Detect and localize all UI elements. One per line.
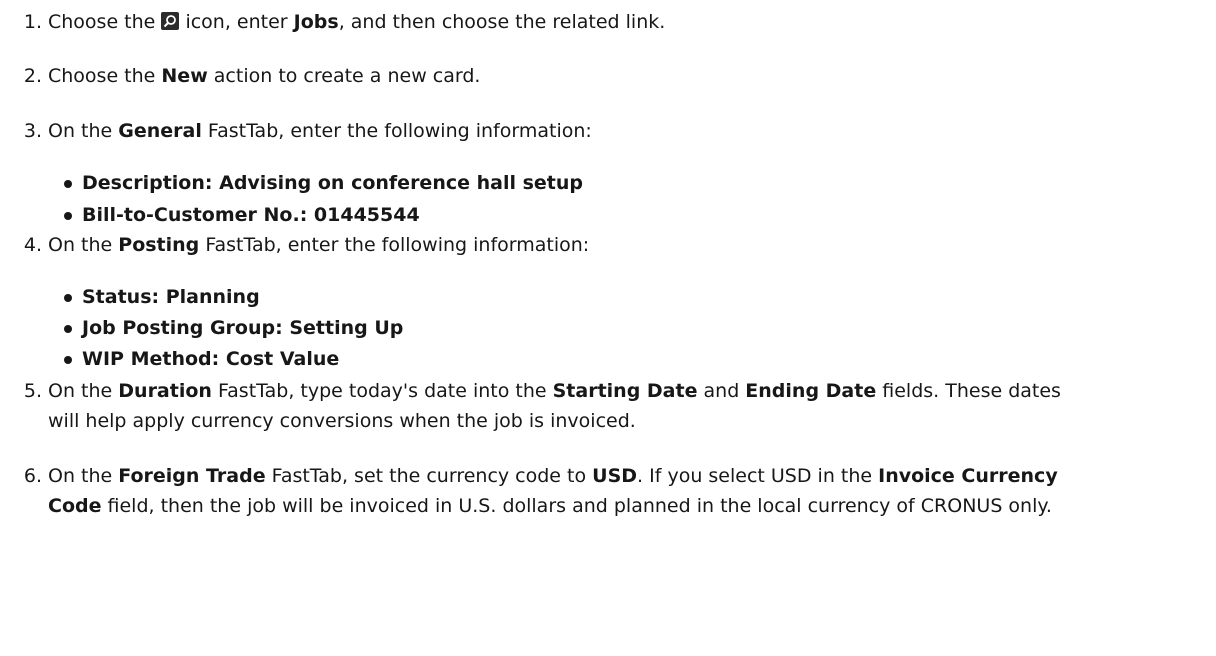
step-number: 4. (23, 234, 42, 256)
step-text: On the Foreign Trade FastTab, set the cu… (48, 465, 1058, 487)
bullet-icon (64, 325, 72, 333)
step-number: 5. (23, 380, 42, 402)
step-5: 5. On the Duration FastTab, type today's… (0, 379, 1061, 403)
step-3: 3. On the General FastTab, enter the fol… (0, 119, 592, 143)
search-icon (161, 12, 180, 30)
step-text: On the Posting FastTab, enter the follow… (48, 234, 590, 256)
step-1: 1. Choose the icon, enter Jobs, and then… (0, 10, 665, 34)
step-2: 2. Choose the New action to create a new… (0, 64, 481, 88)
step-4: 4. On the Posting FastTab, enter the fol… (0, 233, 589, 257)
step-number: 1. (23, 11, 42, 33)
step-6-continued: Code field, then the job will be invoice… (48, 495, 1052, 517)
step-number: 6. (23, 465, 42, 487)
step-text: Choose the icon, enter Jobs, and then ch… (48, 11, 666, 33)
instructions-document: 1. Choose the icon, enter Jobs, and then… (0, 0, 1216, 656)
bullet-icon (64, 356, 72, 364)
step-6: 6. On the Foreign Trade FastTab, set the… (0, 464, 1058, 488)
step-number: 2. (23, 65, 42, 87)
bullet-icon (64, 294, 72, 302)
step-text: On the Duration FastTab, type today's da… (48, 380, 1061, 402)
step-5-continued: will help apply currency conversions whe… (48, 410, 636, 432)
bullet-icon (64, 212, 72, 220)
step-text: Choose the New action to create a new ca… (48, 65, 481, 87)
step-number: 3. (23, 120, 42, 142)
step-text: On the General FastTab, enter the follow… (48, 120, 592, 142)
bullet-icon (64, 180, 72, 188)
